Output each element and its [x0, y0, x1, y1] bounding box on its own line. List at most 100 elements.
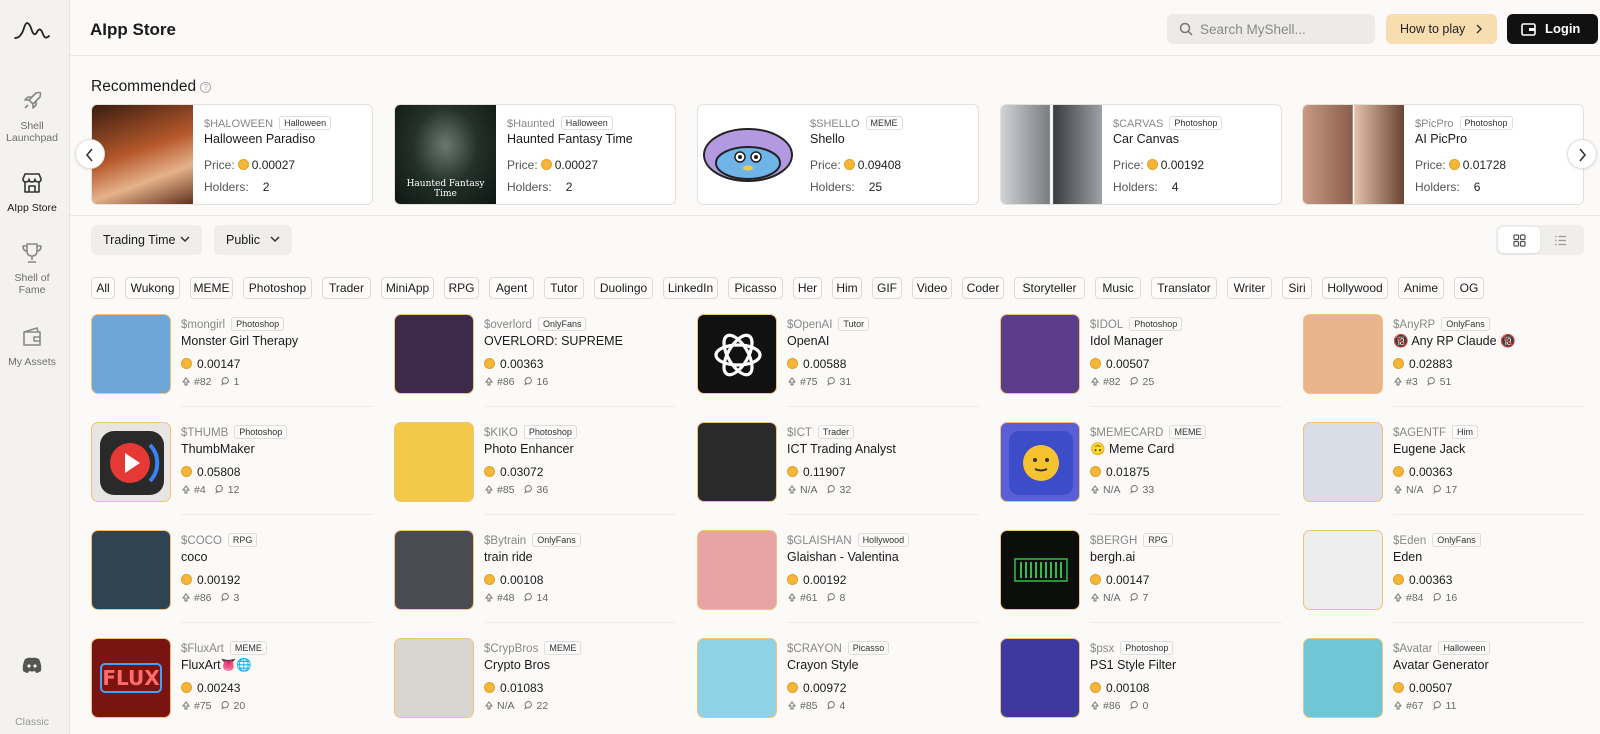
app-symbol: $Eden OnlyFans — [1393, 533, 1481, 547]
app-card[interactable]: $AnyRP OnlyFans 🔞 Any RP Claude 🔞 0.02883 #3… — [1303, 314, 1585, 410]
category-chip[interactable]: Siri — [1282, 277, 1312, 299]
app-card[interactable]: $Bytrain OnlyFans train ride 0.00108 #48 14 — [394, 530, 676, 626]
category-chip[interactable]: Music — [1095, 277, 1141, 299]
category-chip[interactable]: Agent — [489, 277, 534, 299]
app-card[interactable]: $MEMECARD MEME 🙃 Meme Card 0.01875 N/A 33 — [1000, 422, 1282, 518]
app-meta: N/A 33 — [1090, 484, 1154, 496]
category-chip[interactable]: LinkedIn — [663, 277, 718, 299]
recommended-card[interactable]: $HALOWEEN Halloween Halloween Paradiso Pric… — [91, 104, 373, 205]
trading-time-dropdown[interactable]: Trading Time — [91, 225, 202, 255]
help-icon[interactable]: ? — [200, 82, 212, 93]
recommended-card[interactable]: $CARVAS Photoshop Car Canvas Price: 0.00192 H… — [1000, 104, 1282, 205]
recommended-card[interactable]: Haunted Fantasy Time $Haunted Halloween Hau… — [394, 104, 676, 205]
myshell-logo[interactable] — [13, 16, 51, 44]
carousel-prev-button[interactable] — [75, 139, 105, 169]
view-toggle — [1496, 225, 1584, 255]
sidebar-item-aipp-store[interactable]: AIpp Store — [0, 170, 64, 214]
app-card[interactable]: $psx Photoshop PS1 Style Filter 0.00108 #86 0 — [1000, 638, 1282, 734]
category-chip[interactable]: Tutor — [544, 277, 584, 299]
app-name: coco — [181, 550, 208, 564]
app-card[interactable]: $OpenAI Tutor OpenAI 0.00588 #75 31 — [697, 314, 979, 410]
category-chip[interactable]: Photoshop — [243, 277, 312, 299]
login-button[interactable]: Login — [1507, 14, 1598, 44]
rank-value: #82 — [194, 376, 212, 388]
category-chip[interactable]: MEME — [190, 277, 233, 299]
visibility-dropdown[interactable]: Public — [214, 225, 292, 255]
category-chip[interactable]: Translator — [1151, 277, 1217, 299]
how-to-play-button[interactable]: How to play — [1386, 14, 1497, 44]
rank-icon — [787, 376, 800, 388]
category-chip[interactable]: Him — [832, 277, 862, 299]
category-chip[interactable]: Storyteller — [1014, 277, 1085, 299]
recommended-card-image — [1303, 105, 1404, 204]
category-chip[interactable]: Her — [793, 277, 822, 299]
row-separator — [181, 622, 373, 623]
app-card[interactable]: $THUMB Photoshop ThumbMaker 0.05808 #4 12 — [91, 422, 373, 518]
classic-link[interactable]: Classic — [0, 716, 64, 728]
app-card[interactable]: $Eden OnlyFans Eden 0.00363 #84 16 — [1303, 530, 1585, 626]
app-card[interactable]: $mongirl Photoshop Monster Girl Therapy 0.0… — [91, 314, 373, 410]
comment-icon — [826, 376, 840, 388]
app-symbol: $ICT Trader — [787, 425, 855, 439]
category-chip[interactable]: Trader — [322, 277, 371, 299]
category-chip[interactable]: GIF — [872, 277, 902, 299]
app-card[interactable]: $CrypBros MEME Crypto Bros 0.01083 N/A 22 — [394, 638, 676, 734]
comment-icon — [1432, 700, 1446, 712]
discord-icon[interactable] — [21, 656, 43, 674]
sidebar-item-shell-of-fame[interactable]: Shell of Fame — [0, 240, 64, 296]
app-card[interactable]: $Avatar Halloween Avatar Generator 0.00507 #… — [1303, 638, 1585, 734]
app-card[interactable]: $COCO RPG coco 0.00192 #86 3 — [91, 530, 373, 626]
category-chip[interactable]: Anime — [1398, 277, 1444, 299]
coin-icon — [843, 159, 855, 170]
app-card[interactable]: $overlord OnlyFans OVERLORD: SUPREME 0.0036… — [394, 314, 676, 410]
holders-value: 25 — [868, 180, 883, 194]
coin-icon — [484, 682, 495, 693]
rocket-icon — [24, 91, 42, 109]
app-meta: #84 16 — [1393, 592, 1457, 604]
category-chip[interactable]: Hollywood — [1322, 277, 1388, 299]
app-card[interactable]: $IDOL Photoshop Idol Manager 0.00507 #82 25 — [1000, 314, 1282, 410]
category-chip[interactable]: Coder — [962, 277, 1004, 299]
search-input[interactable]: Search MyShell... — [1167, 14, 1375, 44]
carousel-next-button[interactable] — [1567, 139, 1597, 169]
category-chip[interactable]: RPG — [444, 277, 479, 299]
app-card[interactable]: $BERGH RPG bergh.ai 0.00147 N/A 7 — [1000, 530, 1282, 626]
category-tag: RPG — [1143, 533, 1173, 547]
app-avatar — [1000, 530, 1080, 610]
comment-icon — [523, 376, 537, 388]
visibility-label: Public — [226, 233, 261, 247]
row-separator — [484, 406, 676, 407]
recommended-card[interactable]: $PicPro Photoshop AI PicPro Price: 0.01728 Ho… — [1302, 104, 1584, 205]
rank-value: N/A — [1103, 592, 1121, 604]
search-placeholder: Search MyShell... — [1200, 22, 1306, 37]
category-chip[interactable]: OG — [1454, 277, 1484, 299]
category-tag: Halloween — [279, 116, 332, 130]
app-name: Monster Girl Therapy — [181, 334, 299, 348]
app-card[interactable]: $ICT Trader ICT Trading Analyst 0.11907 N/A 3… — [697, 422, 979, 518]
category-chip[interactable]: Duolingo — [594, 277, 653, 299]
category-chip[interactable]: All — [91, 277, 115, 299]
app-card[interactable]: $GLAISHAN Hollywood Glaishan - Valentina 0.… — [697, 530, 979, 626]
sidebar: Shell Launchpad AIpp Store Shell of Fame… — [0, 0, 70, 734]
app-card[interactable]: $AGENTF Him Eugene Jack 0.00363 N/A 17 — [1303, 422, 1585, 518]
row-separator — [181, 406, 373, 407]
holders-value: 6 — [1473, 180, 1481, 194]
app-symbol: $AGENTF Him — [1393, 425, 1479, 439]
app-price: 0.11907 — [787, 465, 846, 479]
category-chip[interactable]: Wukong — [125, 277, 180, 299]
trading-time-label: Trading Time — [103, 233, 176, 247]
category-chip[interactable]: Video — [912, 277, 952, 299]
category-chip[interactable]: Writer — [1227, 277, 1272, 299]
list-icon[interactable] — [1554, 234, 1567, 247]
sidebar-item-launchpad[interactable]: Shell Launchpad — [0, 88, 64, 144]
sidebar-item-my-assets[interactable]: My Assets — [0, 324, 64, 368]
category-chip[interactable]: Picasso — [728, 277, 783, 299]
row-separator — [1090, 622, 1282, 623]
recommended-card[interactable]: $SHELLO MEME Shello Price: 0.09408 Holders: 25 — [697, 104, 979, 205]
app-card[interactable]: FLUX $FluxArt MEME FluxArt👅🌐 0.00243 #75 20 — [91, 638, 373, 734]
price-value: 0.11907 — [803, 465, 846, 479]
app-card[interactable]: $CRAYON Picasso Crayon Style 0.00972 #85 4 — [697, 638, 979, 734]
app-card[interactable]: $KIKO Photoshop Photo Enhancer 0.03072 #85 36 — [394, 422, 676, 518]
rank-icon — [1090, 376, 1103, 388]
category-chip[interactable]: MiniApp — [381, 277, 434, 299]
